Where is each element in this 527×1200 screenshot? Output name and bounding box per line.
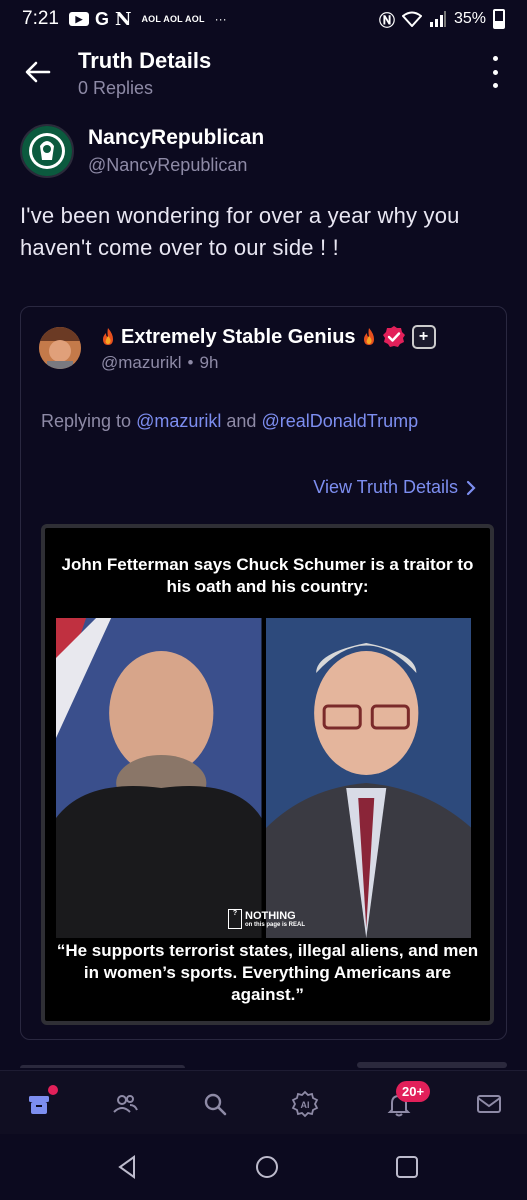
- flame-icon: [103, 328, 113, 345]
- system-recents-button[interactable]: [392, 1152, 422, 1182]
- battery-percent: 35%: [453, 10, 486, 27]
- page-title: Truth Details: [78, 48, 212, 73]
- post-header: NancyRepublican @NancyRepublican: [20, 124, 507, 180]
- system-nav-bar: [0, 1134, 527, 1200]
- square-recents-icon: [396, 1156, 418, 1178]
- quoted-author-name[interactable]: Extremely Stable Genius: [121, 326, 356, 349]
- nfc-icon: Ⓝ: [378, 13, 395, 30]
- quoted-post-card[interactable]: Extremely Stable Genius + @mazurikl • 9h…: [20, 306, 507, 1040]
- signal-icon: [429, 11, 446, 27]
- partial-stats-row: [20, 1058, 507, 1068]
- ai-icon: AI: [291, 1090, 319, 1118]
- verified-icon: [382, 326, 405, 347]
- author-handle[interactable]: @NancyRepublican: [88, 155, 264, 176]
- nav-home[interactable]: [22, 1085, 58, 1121]
- search-icon: [204, 1093, 227, 1116]
- aol-icons: AOL AOL AOL: [141, 14, 205, 24]
- people-icon: [113, 1095, 138, 1113]
- avatar[interactable]: [20, 124, 74, 178]
- wifi-icon: [401, 11, 422, 27]
- news-icon: N: [115, 8, 132, 30]
- image-photos: [56, 618, 471, 938]
- more-notifications: ···: [214, 12, 227, 26]
- fetterman-photo: [56, 618, 262, 938]
- back-button[interactable]: [20, 54, 56, 90]
- bottom-nav: AI 20+: [0, 1070, 527, 1135]
- plus-icon: +: [411, 325, 436, 349]
- image-quote: “He supports terrorist states, illegal a…: [56, 941, 479, 1004]
- youtube-icon: ▶: [68, 12, 89, 26]
- top-bar: Truth Details 0 Replies: [0, 38, 527, 106]
- system-back-button[interactable]: [112, 1152, 142, 1182]
- mail-icon: [477, 1095, 501, 1113]
- view-truth-details-link[interactable]: View Truth Details: [313, 477, 476, 498]
- author-name[interactable]: NancyRepublican: [88, 126, 264, 150]
- more-vertical-icon: [492, 56, 498, 61]
- starbucks-logo-avatar: [22, 126, 72, 176]
- nav-ai[interactable]: AI: [288, 1087, 322, 1121]
- nav-people[interactable]: [108, 1087, 142, 1121]
- schumer-photo: [265, 618, 471, 938]
- replying-to: Replying to @mazurikl and @realDonaldTru…: [41, 411, 419, 431]
- post-image[interactable]: John Fetterman says Chuck Schumer is a t…: [41, 524, 494, 1025]
- svg-text:AI: AI: [301, 1100, 310, 1110]
- battery-icon: [493, 9, 505, 29]
- mention-link[interactable]: @mazurikl: [136, 411, 221, 431]
- quoted-author-handle[interactable]: @mazurikl: [101, 353, 182, 373]
- home-unread-dot: [48, 1085, 58, 1095]
- post-text: I've been wondering for over a year why …: [20, 203, 460, 260]
- google-icon: G: [94, 8, 109, 29]
- more-options-button[interactable]: [485, 56, 505, 88]
- flame-icon: [363, 328, 374, 345]
- back-arrow-icon: [25, 61, 51, 83]
- nav-search[interactable]: [198, 1087, 232, 1121]
- nav-notifications[interactable]: 20+: [382, 1081, 431, 1121]
- quoted-time: 9h: [199, 353, 219, 372]
- chevron-right-icon: [466, 480, 476, 495]
- triangle-back-icon: [118, 1155, 135, 1179]
- mention-link[interactable]: @realDonaldTrump: [261, 411, 418, 431]
- status-bar: 7:21 ▶ G N AOL AOL AOL ··· Ⓝ 35%: [0, 0, 527, 38]
- circle-home-icon: [256, 1156, 278, 1178]
- meta-separator: •: [187, 353, 194, 372]
- image-headline: John Fetterman says Chuck Schumer is a t…: [61, 555, 474, 596]
- status-time: 7:21: [22, 8, 59, 29]
- watermark: ? NOTHING on this page is REAL: [228, 909, 305, 929]
- quoted-avatar[interactable]: [39, 327, 81, 369]
- home-icon: [29, 1096, 49, 1114]
- notification-badge: 20+: [396, 1081, 431, 1102]
- system-home-button[interactable]: [252, 1152, 282, 1182]
- reply-count: 0 Replies: [78, 78, 154, 98]
- nav-messages[interactable]: [472, 1087, 506, 1121]
